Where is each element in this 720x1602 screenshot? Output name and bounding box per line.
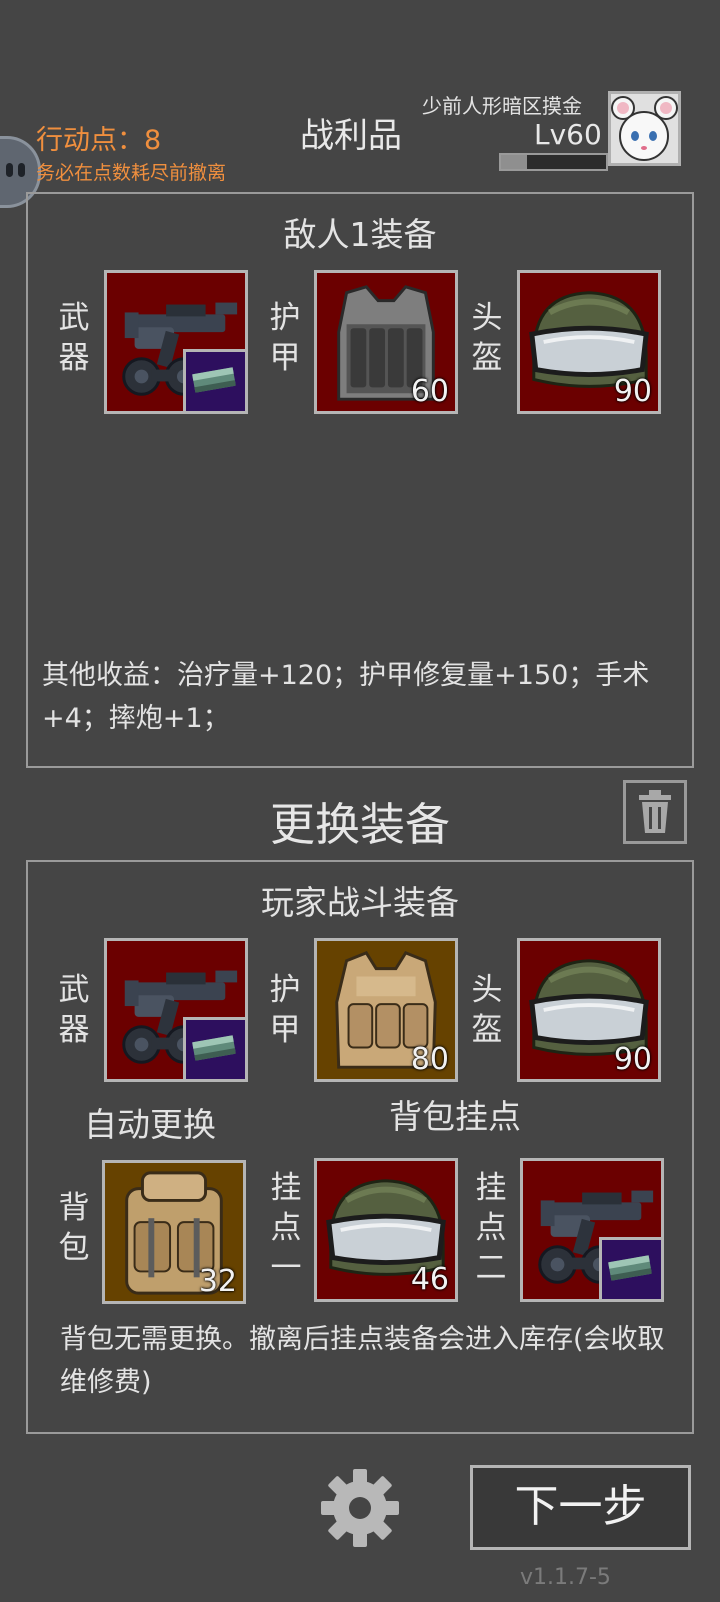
player-weapon-slot[interactable] xyxy=(104,938,248,1082)
player-name: 少前人形暗区摸金 xyxy=(422,94,582,118)
mouse-avatar-icon xyxy=(611,96,678,161)
durability: 80 xyxy=(410,1042,449,1077)
enemy-weapon-slot[interactable] xyxy=(104,270,248,414)
auto-swap-button[interactable]: 自动更换 xyxy=(84,1098,216,1146)
player-helmet-label: 头盔 xyxy=(471,972,503,1048)
mount1-slot[interactable]: 46 xyxy=(314,1158,458,1302)
durability: 90 xyxy=(613,374,652,409)
avatar[interactable] xyxy=(608,91,681,166)
player-helmet-slot[interactable]: 90 xyxy=(517,938,661,1082)
trash-button[interactable] xyxy=(623,780,687,844)
backpack-slot[interactable]: 32 xyxy=(102,1160,246,1304)
backpack-mounts-label: 背包挂点 xyxy=(389,1097,521,1136)
backpack-label: 背包 xyxy=(58,1190,90,1266)
action-points: 行动点：8 xyxy=(36,125,162,156)
enemy-helmet-label: 头盔 xyxy=(471,300,503,376)
player-weapon-label: 武器 xyxy=(58,972,90,1048)
enemy-armor-slot[interactable]: 60 xyxy=(314,270,458,414)
backpack-note: 背包无需更换。撤离后挂点装备会进入库存(会收取维修费) xyxy=(60,1324,665,1398)
xp-bar xyxy=(499,153,608,171)
trash-icon xyxy=(639,790,671,833)
enemy-panel-title: 敌人1装备 xyxy=(283,215,437,254)
mount1-label: 挂点一 xyxy=(270,1170,302,1286)
durability: 90 xyxy=(613,1042,652,1077)
enemy-armor-label: 护甲 xyxy=(269,300,301,376)
ammo-slot[interactable] xyxy=(183,349,245,411)
player-armor-slot[interactable]: 80 xyxy=(314,938,458,1082)
durability: 46 xyxy=(410,1262,449,1297)
player-armor-label: 护甲 xyxy=(269,972,301,1048)
durability: 32 xyxy=(198,1264,237,1299)
version-text: v1.1.7-5 xyxy=(520,1565,611,1590)
other-gains-text: 其他收益：治疗量+120；护甲修复量+150；手术+4；摔炮+1； xyxy=(42,660,650,734)
ammo-slot[interactable] xyxy=(183,1017,245,1079)
settings-button[interactable] xyxy=(317,1465,403,1551)
ammo-box-icon xyxy=(602,1240,658,1296)
xp-bar-fill xyxy=(501,155,528,169)
enemy-weapon-label: 武器 xyxy=(58,300,90,376)
evacuate-warning: 务必在点数耗尽前撤离 xyxy=(36,162,227,184)
ammo-box-icon xyxy=(186,1020,242,1076)
enemy-helmet-slot[interactable]: 90 xyxy=(517,270,661,414)
swap-equipment-title: 更换装备 xyxy=(269,798,450,851)
player-panel-title: 玩家战斗装备 xyxy=(261,883,459,922)
ammo-box-icon xyxy=(186,352,242,408)
page-title: 战利品 xyxy=(300,116,402,156)
player-level: Lv60 xyxy=(534,118,602,151)
mount2-label: 挂点二 xyxy=(475,1170,507,1286)
next-step-button[interactable]: 下一步 xyxy=(470,1465,691,1550)
gear-icon xyxy=(321,1469,399,1547)
durability: 60 xyxy=(410,374,449,409)
mount2-slot[interactable] xyxy=(520,1158,664,1302)
ammo-slot[interactable] xyxy=(599,1237,661,1299)
